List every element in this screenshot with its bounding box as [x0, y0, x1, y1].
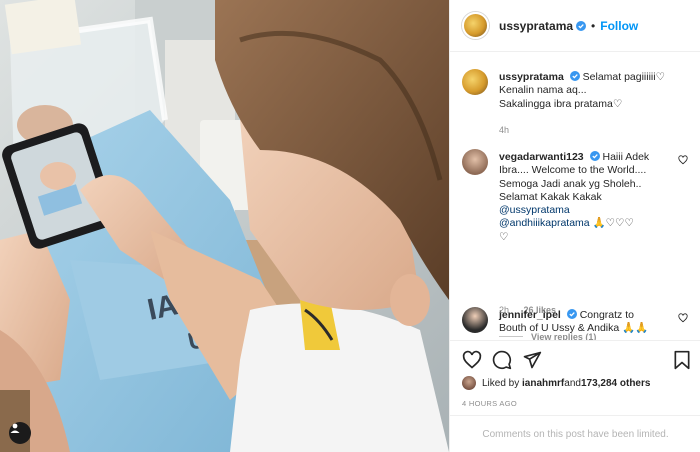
- liked-by-prefix: Liked by: [482, 377, 520, 389]
- verified-icon: [589, 151, 600, 161]
- comments-list[interactable]: ussypratama Selamat pagiiiiii♡ Kenalin n…: [450, 53, 700, 340]
- comment-username[interactable]: vegadarwanti123: [499, 151, 584, 163]
- heart-icon[interactable]: [462, 350, 482, 370]
- separator-dot: •: [591, 18, 596, 33]
- follow-button[interactable]: Follow: [600, 19, 638, 33]
- comment-text: Bouth of U Ussy & Andika 🙏🙏: [499, 322, 649, 335]
- comment-text: Ibra.... Welcome to the World....: [499, 164, 647, 177]
- bookmark-icon[interactable]: [672, 350, 692, 370]
- caption-text-line3: Sakalingga ibra pratama♡: [499, 97, 623, 110]
- comment-text: Semoga Jadi anak yg Sholeh..: [499, 177, 642, 190]
- verified-icon: [569, 71, 580, 81]
- mention-link[interactable]: @andhiiikapratama: [499, 217, 590, 229]
- liked-by-mid: and: [564, 377, 581, 389]
- comment-text: Congratz to: [579, 309, 634, 321]
- caption-time: 4h: [499, 125, 510, 135]
- comments-limited-notice: Comments on this post have been limited.: [450, 415, 700, 452]
- avatar[interactable]: [462, 149, 488, 175]
- avatar[interactable]: [462, 376, 476, 390]
- post-timestamp[interactable]: 4 HOURS AGO: [462, 399, 517, 408]
- divider: [499, 336, 523, 337]
- avatar[interactable]: [462, 307, 488, 333]
- caption-text-line2: Kenalin nama aq...: [499, 84, 587, 97]
- photo-scene: IAIT U: [0, 0, 449, 452]
- avatar[interactable]: [462, 12, 489, 39]
- share-icon[interactable]: [522, 350, 542, 370]
- caption-username[interactable]: ussypratama: [499, 71, 564, 83]
- post-header: ussypratama • Follow: [450, 0, 700, 52]
- post-side-panel: ussypratama • Follow ussypratama Selamat…: [449, 0, 700, 452]
- comment-emoji: 🙏♡♡♡: [589, 217, 634, 230]
- verified-icon: [566, 309, 577, 319]
- post-username[interactable]: ussypratama: [499, 19, 573, 33]
- mention-link[interactable]: @ussypratama: [499, 204, 570, 216]
- comment-text: Haiii Adek: [602, 151, 650, 163]
- liked-by: Liked by ianahmrf and 173,284 others: [462, 376, 650, 390]
- likes-count[interactable]: 173,284 others: [581, 378, 651, 389]
- user-tag-icon[interactable]: [9, 422, 31, 444]
- action-bar: [450, 340, 700, 376]
- comment-emoji: ♡: [499, 230, 509, 243]
- post-photo[interactable]: IAIT U: [0, 0, 449, 452]
- heart-icon[interactable]: [678, 155, 688, 165]
- comment-text: Selamat Kakak Kakak: [499, 190, 602, 203]
- verified-icon: [576, 20, 587, 31]
- heart-icon[interactable]: [678, 313, 688, 323]
- liked-by-user[interactable]: ianahmrf: [522, 378, 564, 389]
- comment-username[interactable]: jennifer_ipel: [499, 309, 561, 321]
- caption-text-line1: Selamat pagiiiiii♡: [582, 71, 666, 83]
- comment-icon[interactable]: [492, 350, 512, 370]
- avatar[interactable]: [462, 69, 488, 95]
